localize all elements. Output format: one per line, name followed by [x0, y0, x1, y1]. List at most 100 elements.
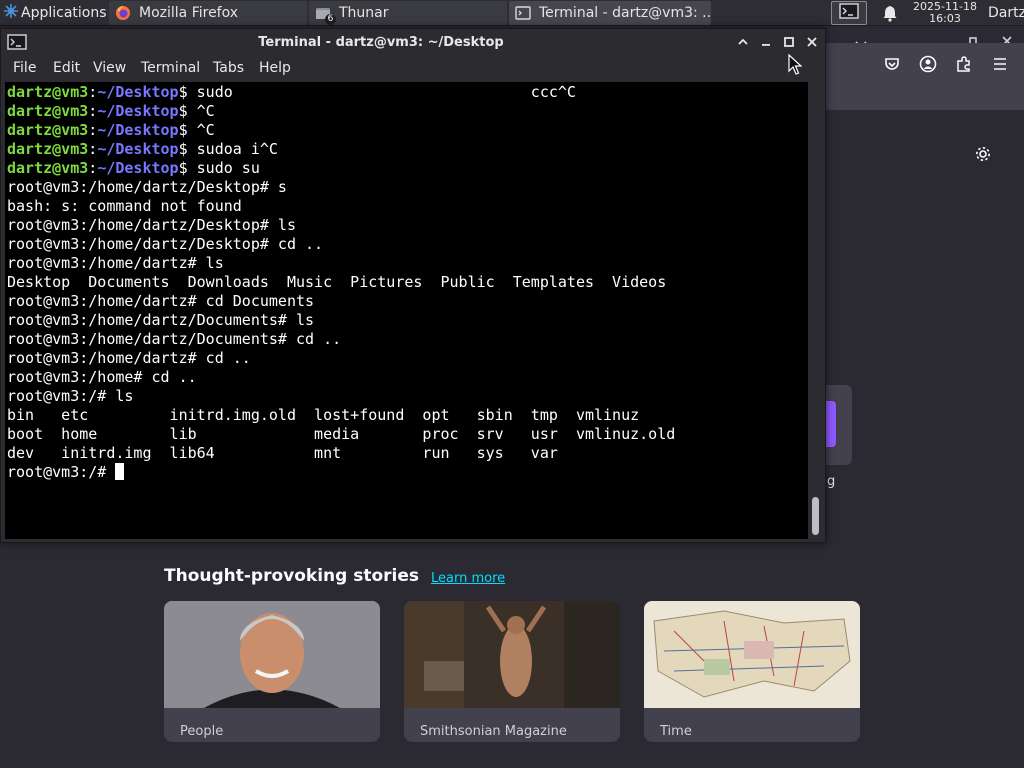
terminal-line: dev initrd.img lib64 mnt run sys var: [7, 444, 675, 463]
terminal-launcher[interactable]: [831, 1, 867, 25]
clock[interactable]: 2025-11-18 16:03: [908, 0, 982, 25]
output-text: bash: s: command not found: [7, 197, 242, 215]
prompt-path: ~/Desktop: [97, 102, 179, 120]
story-source: People: [180, 724, 224, 739]
story-card[interactable]: People: [164, 601, 380, 742]
terminal-window: Terminal - dartz@vm3: ~/Desktop File Edi…: [0, 28, 826, 543]
taskbar-terminal[interactable]: Terminal - dartz@vm3: ...: [509, 1, 711, 25]
output-text: dev initrd.img lib64 mnt run sys var: [7, 444, 558, 462]
shortcut-tile[interactable]: [826, 385, 852, 465]
output-text: root@vm3:/home/dartz# cd ..: [7, 349, 251, 367]
terminal-line: root@vm3:/home/dartz# cd Documents: [7, 292, 675, 311]
terminal-line: boot home lib media proc srv usr vmlinuz…: [7, 425, 675, 444]
user-menu[interactable]: Dartz: [988, 0, 1024, 26]
terminal-line: bin etc initrd.img.old lost+found opt sb…: [7, 406, 675, 425]
output-text: root@vm3:/home/dartz# cd Documents: [7, 292, 315, 310]
menu-tabs[interactable]: Tabs: [213, 60, 244, 76]
window-count-badge: 6: [325, 14, 336, 25]
terminal-line: Desktop Documents Downloads Music Pictur…: [7, 273, 675, 292]
terminal-output[interactable]: dartz@vm3:~/Desktop$ sudo ccc^C dartz@vm3…: [5, 82, 808, 539]
applications-menu[interactable]: Applications: [0, 0, 110, 26]
terminal-line: root@vm3:/home/dartz# ls: [7, 254, 675, 273]
firefox-toolbar: [826, 43, 1024, 110]
output-text: root@vm3:/home/dartz/Desktop# ls: [7, 216, 296, 234]
shortcut-label: g: [827, 474, 836, 489]
terminal-menubar: File Edit View Terminal Tabs Help: [1, 57, 827, 81]
taskbar-label: Terminal - dartz@vm3: ...: [539, 5, 711, 21]
scrollbar-thumb[interactable]: [812, 497, 819, 535]
prompt-separator: :: [88, 102, 98, 120]
mouse-pointer-icon: [788, 53, 803, 80]
terminal-icon: [515, 5, 531, 21]
menu-file[interactable]: File: [13, 60, 36, 76]
terminal-line: root@vm3:/# ls: [7, 387, 675, 406]
output-text: root@vm3:/# ls: [7, 387, 134, 405]
terminal-line: root@vm3:/home/dartz/Documents# ls: [7, 311, 675, 330]
top-panel: Applications Mozilla Firefox 6 Thunar Te…: [0, 0, 1024, 26]
story-source: Smithsonian Magazine: [420, 724, 567, 739]
gear-icon[interactable]: [974, 145, 992, 167]
terminal-titlebar[interactable]: Terminal - dartz@vm3: ~/Desktop: [1, 29, 827, 57]
terminal-scrollbar[interactable]: [809, 82, 823, 539]
terminal-line: dartz@vm3:~/Desktop$ sudo su: [7, 159, 675, 178]
story-card[interactable]: Time: [644, 601, 860, 742]
terminal-line: root@vm3:/home/dartz/Documents# cd ..: [7, 330, 675, 349]
output-text: root@vm3:/#: [7, 463, 116, 481]
story-image: [164, 601, 380, 708]
terminal-line: dartz@vm3:~/Desktop$ ^C: [7, 102, 675, 121]
terminal-line: dartz@vm3:~/Desktop$ sudo ccc^C: [7, 83, 675, 102]
terminal-line: dartz@vm3:~/Desktop$ ^C: [7, 121, 675, 140]
terminal-line: dartz@vm3:~/Desktop$ sudoa i^C: [7, 140, 675, 159]
taskbar-label: Mozilla Firefox: [139, 5, 239, 21]
folder-icon: 6: [315, 5, 336, 25]
prompt-separator: :: [88, 83, 98, 101]
prompt-user: dartz@vm3: [7, 102, 89, 120]
output-text: boot home lib media proc srv usr vmlinuz…: [7, 425, 676, 443]
pocket-icon[interactable]: [883, 55, 901, 77]
menu-edit[interactable]: Edit: [53, 60, 80, 76]
menu-terminal[interactable]: Terminal: [141, 60, 200, 76]
stories-heading: Thought-provoking stories: [164, 566, 420, 586]
prompt-separator: :: [88, 121, 98, 139]
minimize-button[interactable]: [758, 34, 774, 50]
menu-icon[interactable]: [991, 55, 1009, 77]
story-source: Time: [660, 724, 692, 739]
terminal-line: root@vm3:/#: [7, 463, 675, 482]
clock-time: 16:03: [929, 12, 961, 25]
story-image: [644, 601, 860, 708]
menu-help[interactable]: Help: [259, 60, 291, 76]
terminal-line: bash: s: command not found: [7, 197, 675, 216]
xfce-icon: [0, 3, 21, 23]
prompt-user: dartz@vm3: [7, 140, 89, 158]
shade-button[interactable]: [735, 34, 751, 50]
output-text: root@vm3:/home# cd ..: [7, 368, 197, 386]
terminal-line: root@vm3:/home/dartz/Desktop# cd ..: [7, 235, 675, 254]
prompt-user: dartz@vm3: [7, 159, 89, 177]
terminal-line: root@vm3:/home/dartz/Desktop# s: [7, 178, 675, 197]
text-cursor: [115, 463, 125, 480]
command-text: $ sudo ccc^C: [178, 83, 576, 101]
output-text: Desktop Documents Downloads Music Pictur…: [7, 273, 667, 291]
taskbar-thunar[interactable]: 6 Thunar: [309, 1, 507, 25]
terminal-line: root@vm3:/home# cd ..: [7, 368, 675, 387]
terminal-lines: dartz@vm3:~/Desktop$ sudo ccc^C dartz@vm3…: [7, 83, 675, 482]
output-text: bin etc initrd.img.old lost+found opt sb…: [7, 406, 640, 424]
taskbar-firefox[interactable]: Mozilla Firefox: [109, 1, 307, 25]
maximize-button[interactable]: [781, 34, 797, 50]
firefox-icon: [115, 5, 131, 21]
prompt-user: dartz@vm3: [7, 83, 89, 101]
prompt-user: dartz@vm3: [7, 121, 89, 139]
output-text: root@vm3:/home/dartz/Desktop# cd ..: [7, 235, 324, 253]
learn-more-link[interactable]: Learn more: [431, 571, 505, 586]
close-button[interactable]: [804, 34, 820, 50]
menu-view[interactable]: View: [93, 60, 126, 76]
prompt-path: ~/Desktop: [97, 140, 179, 158]
output-text: root@vm3:/home/dartz/Documents# ls: [7, 311, 315, 329]
command-text: $ sudoa i^C: [178, 140, 278, 158]
prompt-path: ~/Desktop: [97, 83, 179, 101]
story-card[interactable]: Smithsonian Magazine: [404, 601, 620, 742]
account-icon[interactable]: [919, 55, 937, 77]
bell-icon[interactable]: [882, 4, 898, 26]
terminal-line: root@vm3:/home/dartz/Desktop# ls: [7, 216, 675, 235]
extensions-icon[interactable]: [955, 55, 973, 77]
